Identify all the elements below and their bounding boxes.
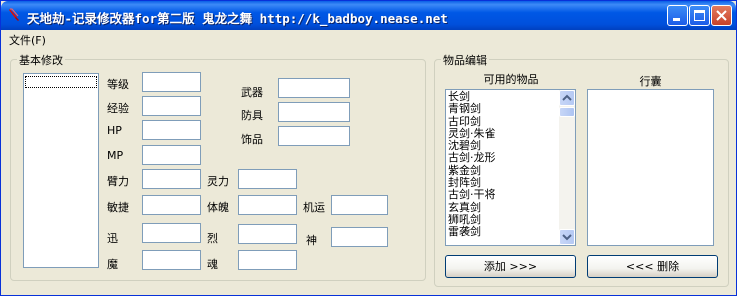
exp-input[interactable]: [142, 96, 201, 116]
hp-input[interactable]: [142, 120, 201, 140]
fierce-label: 烈: [207, 232, 218, 245]
list-item[interactable]: 青钢剑: [446, 102, 559, 115]
list-item[interactable]: [25, 76, 97, 88]
basic-edit-group-title: 基本修改: [17, 52, 65, 68]
spirit-label: 灵力: [207, 175, 229, 188]
weapon-input[interactable]: [278, 78, 350, 98]
window-title: 天地劫-记录修改器for第二版 鬼龙之舞 http://k_badboy.nea…: [27, 11, 448, 26]
available-items-list[interactable]: 长剑 青钢剑 古印剑 灵剑·朱雀 沈碧剑 古剑·龙形 紫金剑 封阵剑 古剑·干将 玄真剑 狮吼剑 雷袭…: [445, 89, 576, 246]
list-item[interactable]: 古剑·干将: [446, 189, 559, 202]
character-list[interactable]: [23, 73, 99, 268]
item-edit-group-title: 物品编辑: [441, 52, 489, 68]
fierce-input[interactable]: [238, 224, 297, 244]
close-icon: [716, 10, 727, 21]
maximize-icon: [694, 10, 705, 21]
accessory-label: 饰品: [241, 133, 263, 146]
armor-input[interactable]: [278, 102, 350, 122]
sword-app-icon: [9, 8, 19, 21]
god-label: 神: [306, 234, 317, 247]
level-label: 等级: [107, 78, 129, 91]
add-item-button[interactable]: 添加 >>>: [445, 255, 576, 278]
exp-label: 经验: [107, 102, 129, 115]
weapon-label: 武器: [241, 86, 263, 99]
spirit-input[interactable]: [238, 169, 297, 189]
available-items-rows: 长剑 青钢剑 古印剑 灵剑·朱雀 沈碧剑 古剑·龙形 紫金剑 封阵剑 古剑·干将 玄真剑 狮吼剑 雷袭…: [446, 90, 559, 239]
speed-input[interactable]: [142, 223, 201, 243]
mp-input[interactable]: [142, 145, 201, 165]
physique-input[interactable]: [238, 195, 297, 215]
agility-label: 敏捷: [107, 201, 129, 214]
menu-bar: 文件(F): [1, 30, 736, 48]
scroll-thumb[interactable]: [559, 107, 575, 117]
agility-input[interactable]: [142, 195, 201, 215]
soul-input[interactable]: [238, 250, 297, 270]
chevron-down-icon: [562, 234, 572, 241]
demon-input[interactable]: [142, 250, 201, 270]
arm-input[interactable]: [142, 169, 201, 189]
bag-list[interactable]: [587, 89, 714, 246]
luck-input[interactable]: [331, 195, 388, 215]
armor-label: 防具: [241, 109, 263, 122]
minimize-button[interactable]: [667, 5, 688, 26]
available-items-header: 可用的物品: [483, 73, 539, 86]
bag-header: 行囊: [639, 75, 662, 88]
demon-label: 魔: [107, 258, 118, 271]
close-button[interactable]: [711, 5, 732, 26]
chevron-up-icon: [562, 94, 572, 101]
hp-label: HP: [107, 124, 122, 137]
list-item[interactable]: 古剑·龙形: [446, 152, 559, 165]
list-item[interactable]: 雷袭剑: [446, 225, 559, 238]
god-input[interactable]: [331, 227, 388, 247]
scroll-down-button[interactable]: [559, 229, 575, 245]
app-window: 天地劫-记录修改器for第二版 鬼龙之舞 http://k_badboy.nea…: [0, 0, 737, 296]
mp-label: MP: [107, 149, 124, 162]
speed-label: 迅: [107, 232, 118, 245]
minimize-icon: [673, 18, 680, 21]
available-items-scrollbar[interactable]: [559, 90, 575, 245]
luck-label: 机运: [303, 201, 325, 214]
maximize-button[interactable]: [689, 5, 710, 26]
menu-file[interactable]: 文件(F): [9, 32, 46, 48]
scroll-up-button[interactable]: [559, 90, 575, 106]
remove-item-button[interactable]: <<< 删除: [587, 255, 718, 278]
physique-label: 体魄: [207, 201, 229, 214]
soul-label: 魂: [207, 258, 218, 271]
accessory-input[interactable]: [278, 126, 350, 146]
level-input[interactable]: [142, 72, 201, 92]
arm-label: 臂力: [107, 175, 129, 188]
title-bar[interactable]: 天地劫-记录修改器for第二版 鬼龙之舞 http://k_badboy.nea…: [1, 1, 736, 30]
